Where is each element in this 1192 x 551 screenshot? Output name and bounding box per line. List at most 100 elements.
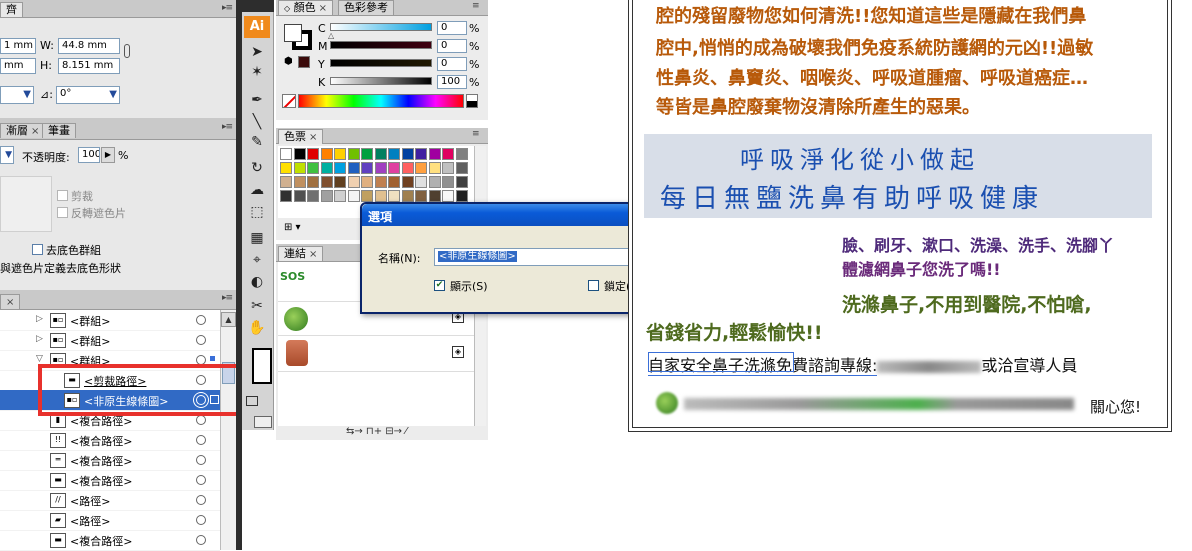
color-swatch[interactable]	[428, 190, 441, 202]
color-swatch[interactable]	[280, 162, 292, 174]
tab-align[interactable]: 齊	[0, 2, 23, 17]
color-swatch[interactable]	[401, 148, 414, 160]
pen-tool-icon[interactable]: ✒	[246, 90, 268, 110]
m-slider[interactable]	[330, 41, 432, 49]
link-item[interactable]: ◈	[278, 336, 474, 372]
tab-gradient[interactable]: 漸層 ×	[0, 123, 46, 138]
color-swatch[interactable]	[455, 176, 468, 188]
panel-grip-icon[interactable]: ▸≡	[222, 293, 233, 303]
x-field[interactable]: 1 mm	[0, 38, 36, 54]
color-swatch[interactable]	[361, 176, 373, 188]
color-swatch[interactable]	[428, 162, 441, 174]
color-swatch[interactable]	[428, 148, 441, 160]
tab-stroke[interactable]: 筆畫	[42, 123, 76, 138]
layer-row[interactable]: ▬ <複合路徑>	[0, 470, 220, 491]
color-swatch[interactable]	[415, 162, 427, 174]
panel-grip-icon[interactable]: ≡	[472, 1, 479, 11]
eyedropper-tool-icon[interactable]: ⌖	[246, 250, 268, 270]
color-swatch[interactable]	[347, 190, 360, 202]
color-swatch[interactable]	[307, 148, 319, 160]
last-color-swatch[interactable]	[298, 56, 310, 68]
m-field[interactable]: 0	[437, 39, 467, 53]
color-swatch[interactable]	[374, 190, 387, 202]
y-field[interactable]: mm	[0, 58, 36, 74]
blend-tool-icon[interactable]: ◐	[246, 272, 268, 292]
color-swatch[interactable]	[442, 190, 454, 202]
show-checkbox[interactable]: ✔	[434, 280, 445, 291]
color-swatch[interactable]	[293, 148, 306, 160]
color-swatch[interactable]	[320, 148, 333, 160]
mask-thumbnail[interactable]	[0, 176, 52, 232]
invert-mask-checkbox[interactable]	[57, 207, 68, 218]
color-swatch[interactable]	[361, 162, 373, 174]
color-swatch[interactable]	[347, 176, 360, 188]
color-swatch[interactable]	[280, 190, 292, 202]
color-swatch[interactable]	[293, 176, 306, 188]
paintbrush-tool-icon[interactable]: ✎	[246, 132, 268, 152]
layer-row[interactable]: ▷ ▪▫ <群組>	[0, 330, 220, 351]
color-swatch[interactable]	[401, 190, 414, 202]
white-black-swatch[interactable]	[466, 94, 478, 108]
color-swatch[interactable]	[374, 148, 387, 160]
target-circle-icon[interactable]	[196, 535, 206, 545]
color-swatch[interactable]	[361, 190, 373, 202]
tab-layers[interactable]: ×	[0, 294, 20, 309]
clip-checkbox[interactable]	[57, 190, 68, 201]
color-swatch[interactable]	[320, 162, 333, 174]
color-swatch[interactable]	[442, 176, 454, 188]
layer-row[interactable]: ▰ <路徑>	[0, 510, 220, 531]
rotate-select[interactable]: ▼	[0, 86, 34, 104]
magic-wand-tool-icon[interactable]: ✶	[246, 62, 268, 82]
color-swatch[interactable]	[442, 148, 454, 160]
color-swatch[interactable]	[415, 148, 427, 160]
tab-links[interactable]: 連結 ×	[278, 246, 324, 261]
fill-stroke-swatch[interactable]	[252, 348, 272, 384]
color-swatch[interactable]	[428, 176, 441, 188]
color-swatch[interactable]	[455, 162, 468, 174]
rotate-tool-icon[interactable]: ↻	[246, 158, 268, 178]
color-swatch[interactable]	[293, 162, 306, 174]
target-circle-icon[interactable]	[196, 335, 206, 345]
color-swatch[interactable]	[307, 176, 319, 188]
tab-color[interactable]: ◇ 顏色 ×	[278, 0, 334, 15]
target-circle-icon[interactable]	[196, 415, 206, 425]
color-swatch[interactable]	[347, 148, 360, 160]
layers-scrollbar[interactable]: ▲	[220, 310, 236, 550]
color-swatch[interactable]	[401, 162, 414, 174]
fill-swatch[interactable]	[284, 24, 302, 42]
line-tool-icon[interactable]: ╲	[246, 112, 268, 132]
shear-select[interactable]: 0° ▼	[56, 86, 120, 104]
h-field[interactable]: 8.151 mm	[58, 58, 120, 74]
tab-swatches[interactable]: 色票 ×	[278, 129, 324, 144]
opacity-field[interactable]: 100	[78, 147, 100, 163]
color-swatch[interactable]	[388, 162, 400, 174]
color-swatch[interactable]	[334, 148, 346, 160]
color-swatch[interactable]	[361, 148, 373, 160]
layer-row[interactable]: !! <複合路徑>	[0, 430, 220, 451]
tab-color-guide[interactable]: 色彩參考	[338, 0, 394, 15]
warp-tool-icon[interactable]: ☁	[246, 180, 268, 200]
layer-row[interactable]: ▬ <複合路徑>	[0, 530, 220, 551]
target-circle-icon[interactable]	[196, 315, 206, 325]
target-circle-icon[interactable]	[196, 475, 206, 485]
selection-tool-icon[interactable]: ➤	[246, 42, 268, 62]
collapse-triangle-icon[interactable]: ▽	[36, 354, 43, 364]
c-slider-handle[interactable]: △	[328, 31, 334, 40]
target-circle-icon[interactable]	[196, 455, 206, 465]
target-circle-icon[interactable]	[196, 495, 206, 505]
color-swatch[interactable]	[388, 148, 400, 160]
layer-row[interactable]: ═ <複合路徑>	[0, 450, 220, 471]
color-swatch[interactable]	[334, 190, 346, 202]
close-icon[interactable]: ×	[31, 126, 39, 137]
scroll-up-icon[interactable]: ▲	[221, 312, 236, 327]
layer-row[interactable]: // <路徑>	[0, 490, 220, 511]
expand-triangle-icon[interactable]: ▷	[36, 334, 43, 344]
isolate-blending-checkbox[interactable]	[32, 244, 43, 255]
k-slider[interactable]	[330, 77, 432, 85]
k-field[interactable]: 100	[437, 75, 467, 89]
color-swatch[interactable]	[415, 176, 427, 188]
slice-tool-icon[interactable]: ✂	[246, 296, 268, 316]
color-swatch[interactable]	[334, 162, 346, 174]
y-slider[interactable]	[330, 59, 432, 67]
color-swatch[interactable]	[455, 148, 468, 160]
